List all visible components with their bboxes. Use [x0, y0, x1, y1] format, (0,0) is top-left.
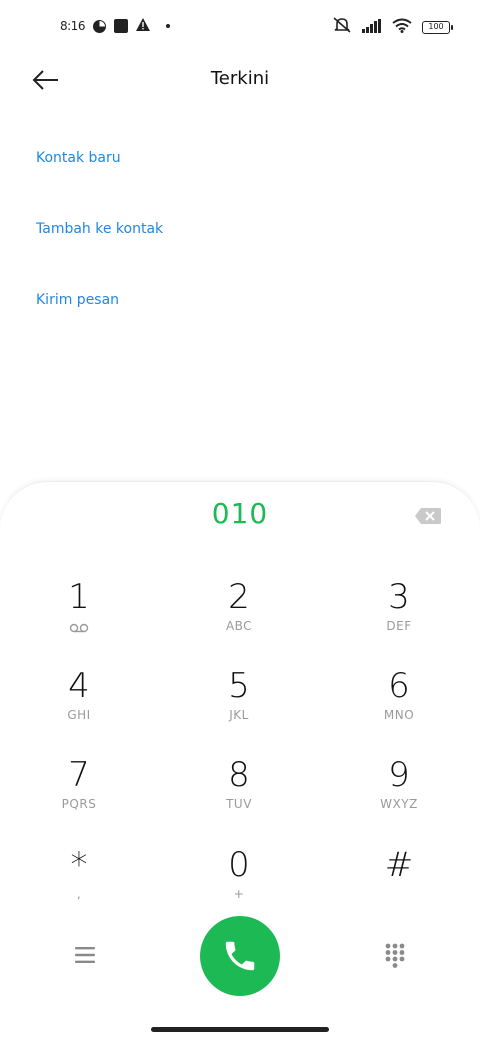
- new-contact-link[interactable]: Kontak baru: [36, 150, 121, 166]
- key-letters: JKL: [229, 708, 249, 722]
- key-digit: 6: [388, 666, 410, 706]
- status-left: 8:16: [60, 18, 170, 34]
- key-letters: DEF: [386, 619, 412, 633]
- dialpad-icon: [385, 943, 405, 968]
- call-button[interactable]: [200, 916, 280, 996]
- signal-icon: [362, 18, 382, 37]
- key-digit: #: [384, 845, 414, 885]
- key-digit: 0: [228, 845, 250, 885]
- dialpad-toggle-button[interactable]: [384, 942, 406, 968]
- key-digit: 7: [68, 755, 90, 795]
- key-letters: ABC: [225, 619, 253, 633]
- key-letters: GHI: [67, 708, 91, 722]
- key-digit: 3: [388, 577, 410, 617]
- send-message-link[interactable]: Kirim pesan: [36, 292, 119, 308]
- voicemail-icon: [69, 623, 89, 633]
- key-7[interactable]: 7 PQRS: [9, 755, 149, 835]
- key-digit: 5: [228, 666, 250, 706]
- backspace-button[interactable]: [414, 507, 442, 525]
- home-indicator[interactable]: [151, 1027, 329, 1032]
- status-right: 100: [332, 16, 453, 38]
- dialed-number[interactable]: 010: [0, 497, 480, 530]
- dot-icon: [165, 24, 170, 28]
- key-letters: PQRS: [61, 797, 97, 811]
- key-letters: MNO: [383, 708, 415, 722]
- key-0[interactable]: 0 +: [169, 845, 309, 925]
- key-3[interactable]: 3 DEF: [329, 577, 469, 657]
- key-hash[interactable]: #: [329, 845, 469, 925]
- key-letters: TUV: [226, 797, 252, 811]
- key-6[interactable]: 6 MNO: [329, 666, 469, 746]
- add-to-contact-link[interactable]: Tambah ke kontak: [36, 221, 163, 237]
- key-digit: 1: [68, 577, 90, 617]
- page-title: Terkini: [210, 68, 270, 89]
- key-8[interactable]: 8 TUV: [169, 755, 309, 835]
- key-digit: 4: [68, 666, 90, 706]
- backspace-icon: [415, 508, 441, 524]
- wifi-icon: [392, 18, 412, 37]
- menu-icon: [75, 947, 95, 963]
- key-9[interactable]: 9 WXYZ: [329, 755, 469, 835]
- key-letters: WXYZ: [380, 797, 418, 811]
- data-saver-icon: [92, 19, 106, 33]
- key-digit: *: [70, 845, 88, 885]
- muted-icon: [332, 16, 352, 38]
- phone-icon: [225, 941, 255, 971]
- warning-icon: [135, 18, 150, 34]
- square-notification-icon: [113, 19, 128, 33]
- key-digit: 9: [388, 755, 410, 795]
- key-star[interactable]: * ,: [9, 845, 149, 925]
- key-letters: +: [233, 887, 245, 901]
- status-bar: 8:16 100: [0, 0, 480, 56]
- status-time: 8:16: [60, 19, 85, 33]
- key-2[interactable]: 2 ABC: [169, 577, 309, 657]
- menu-button[interactable]: [74, 946, 96, 964]
- key-digit: 2: [228, 577, 250, 617]
- key-1[interactable]: 1: [9, 577, 149, 657]
- battery-icon: 100: [422, 20, 453, 34]
- key-digit: 8: [228, 755, 250, 795]
- key-4[interactable]: 4 GHI: [9, 666, 149, 746]
- key-letters: ,: [76, 887, 82, 901]
- key-5[interactable]: 5 JKL: [169, 666, 309, 746]
